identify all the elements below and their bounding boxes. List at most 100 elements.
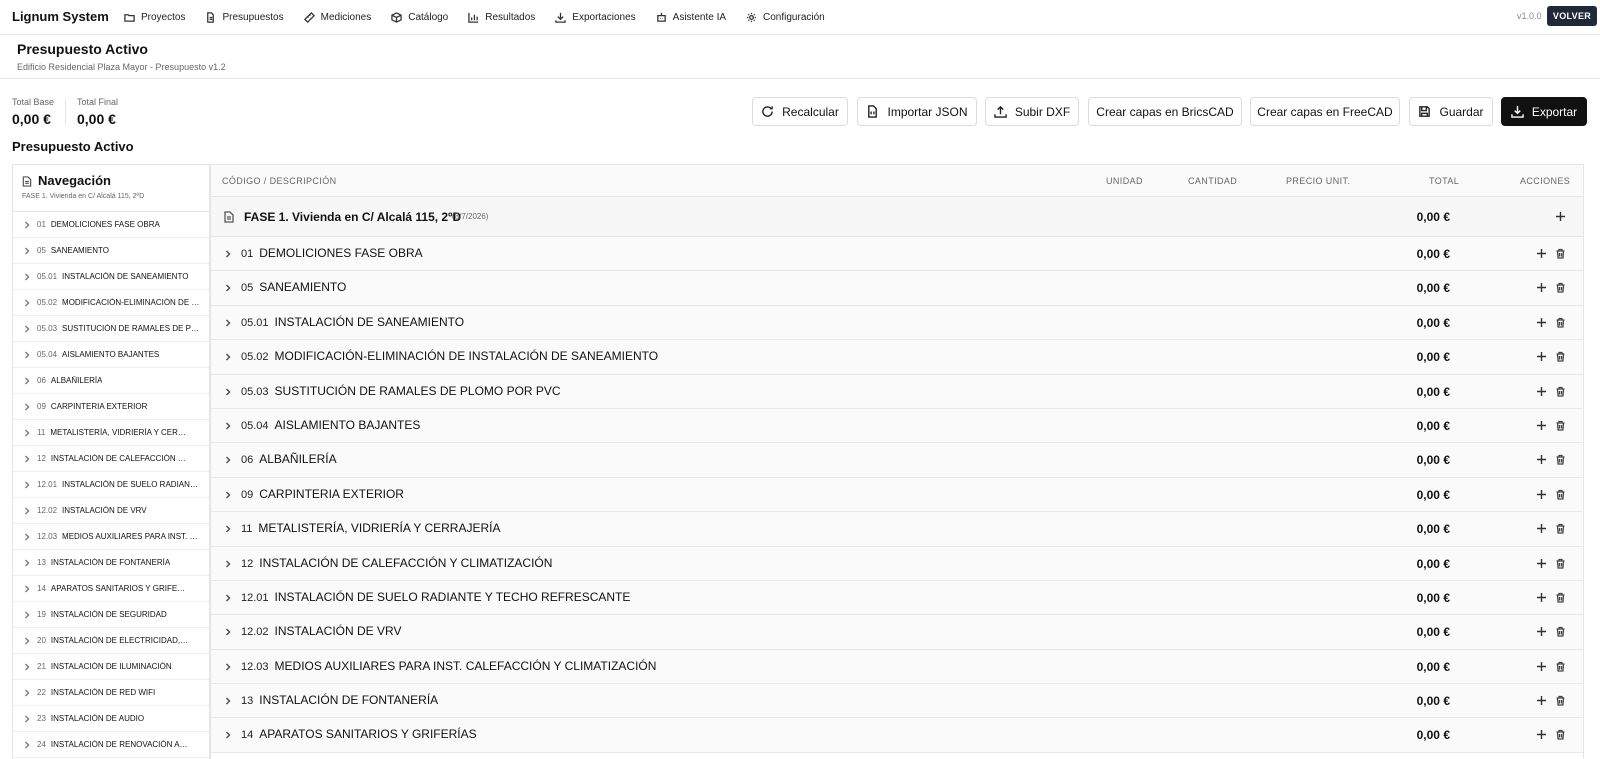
add-icon[interactable] (1536, 661, 1547, 672)
add-icon[interactable] (1536, 248, 1547, 259)
trash-icon[interactable] (1555, 386, 1566, 397)
nav-item-exportaciones[interactable]: Exportaciones (555, 12, 636, 23)
volver-button[interactable]: VOLVER (1547, 6, 1597, 26)
sidebar-item[interactable]: 01 DEMOLICIONES FASE OBRA (13, 212, 209, 238)
table-row[interactable]: 14 APARATOS SANITARIOS Y GRIFERÍAS 0,00 € (211, 718, 1583, 753)
table-row[interactable]: 01 DEMOLICIONES FASE OBRA 0,00 € (211, 237, 1583, 272)
subir-dxf-button[interactable]: Subir DXF (985, 97, 1079, 126)
chevron-right-icon[interactable] (224, 491, 232, 499)
trash-icon[interactable] (1555, 454, 1566, 465)
table-row[interactable]: 12.01 INSTALACIÓN DE SUELO RADIANTE Y TEC… (211, 580, 1583, 616)
table-row[interactable]: 11 METALISTERÍA, VIDRIERÍA Y CERRAJERÍA 0,… (211, 512, 1583, 547)
table-row[interactable]: 13 INSTALACIÓN DE FONTANERÍA 0,00 € (211, 684, 1583, 719)
chevron-right-icon[interactable] (224, 422, 232, 430)
sidebar-item[interactable]: 06 ALBAÑILERÍA (13, 368, 209, 394)
table-row[interactable]: 05.01 INSTALACIÓN DE SANEAMIENTO 0,00 € (211, 305, 1583, 341)
add-icon[interactable] (1536, 420, 1547, 431)
sidebar-item[interactable]: 14 APARATOS SANITARIOS Y GRIFERÍAS (13, 576, 209, 602)
chevron-right-icon[interactable] (224, 388, 232, 396)
add-icon[interactable] (1536, 386, 1547, 397)
recalcular-button[interactable]: Recalcular (752, 97, 848, 126)
add-icon[interactable] (1536, 351, 1547, 362)
table-row[interactable]: 05.03 SUSTITUCIÓN DE RAMALES DE PLOMO POR… (211, 374, 1583, 409)
table-row[interactable]: 12 INSTALACIÓN DE CALEFACCIÓN Y CLIMATIZA… (211, 546, 1583, 581)
chevron-right-icon[interactable] (224, 525, 232, 533)
trash-icon[interactable] (1555, 523, 1566, 534)
trash-icon[interactable] (1555, 248, 1566, 259)
sidebar-item[interactable]: 09 CARPINTERIA EXTERIOR (13, 394, 209, 420)
chevron-right-icon[interactable] (224, 628, 232, 636)
add-icon[interactable] (1536, 317, 1547, 328)
add-icon[interactable] (1536, 282, 1547, 293)
sidebar-item[interactable]: 22 INSTALACIÓN DE RED WIFI (13, 680, 209, 706)
nav-item-resultados[interactable]: Resultados (468, 12, 535, 23)
sidebar-item[interactable]: 24 INSTALACIÓN DE RENOVACIÓN AIRE (13, 732, 209, 758)
add-icon[interactable] (1536, 592, 1547, 603)
sidebar-item[interactable]: 20 INSTALACIÓN DE ELECTRICIDAD, DATOS Y T… (13, 628, 209, 654)
sidebar-item[interactable]: 21 INSTALACIÓN DE ILUMINACIÓN (13, 654, 209, 680)
chevron-right-icon[interactable] (224, 697, 232, 705)
chevron-right-icon[interactable] (224, 594, 232, 602)
add-icon[interactable] (1536, 489, 1547, 500)
nav-item-asistente-ia[interactable]: Asistente IA (656, 12, 726, 23)
phase-row[interactable]: FASE 1. Vivienda en C/ Alcalá 115, 2ºD (… (211, 197, 1583, 237)
chevron-right-icon[interactable] (224, 559, 232, 568)
add-icon[interactable] (1536, 523, 1547, 534)
trash-icon[interactable] (1555, 420, 1566, 431)
sidebar-item[interactable]: 05.04 AISLAMIENTO BAJANTES (13, 342, 209, 368)
sidebar-item[interactable]: 05.02 MODIFICACIÓN-ELIMINACIÓN DE INSTALA… (13, 290, 209, 316)
guardar-button[interactable]: Guardar (1409, 97, 1493, 126)
table-row[interactable]: 05.04 AISLAMIENTO BAJANTES 0,00 € (211, 408, 1583, 444)
add-icon[interactable] (1536, 729, 1547, 740)
freecad-button[interactable]: Crear capas en FreeCAD (1250, 97, 1400, 126)
sidebar-item[interactable]: 12.02 INSTALACIÓN DE VRV (13, 498, 209, 524)
app-brand[interactable]: Lignum System (12, 9, 109, 24)
table-row[interactable]: 05.02 MODIFICACIÓN-ELIMINACIÓN DE INSTALA… (211, 340, 1583, 375)
chevron-right-icon[interactable] (224, 663, 232, 671)
sidebar-item[interactable]: 05.03 SUSTITUCIÓN DE RAMALES DE PLOMO POR… (13, 316, 209, 342)
chevron-right-icon[interactable] (224, 284, 232, 292)
table-row[interactable]: 09 CARPINTERIA EXTERIOR 0,00 € (211, 477, 1583, 513)
trash-icon[interactable] (1555, 592, 1566, 603)
sidebar-item[interactable]: 13 INSTALACIÓN DE FONTANERÍA (13, 550, 209, 576)
sidebar-item[interactable]: 12 INSTALACIÓN DE CALEFACCIÓN Y CLIMATIZA… (13, 446, 209, 472)
trash-icon[interactable] (1555, 695, 1566, 706)
nav-item-proyectos[interactable]: Proyectos (124, 12, 185, 23)
sidebar-item[interactable]: 12.01 INSTALACIÓN DE SUELO RADIANTE Y TEC… (13, 472, 209, 498)
nav-item-presupuestos[interactable]: Presupuestos (205, 12, 284, 23)
trash-icon[interactable] (1555, 489, 1566, 500)
trash-icon[interactable] (1555, 729, 1566, 741)
sidebar-item[interactable]: 19 INSTALACIÓN DE SEGURIDAD (13, 602, 209, 628)
add-icon[interactable] (1536, 695, 1547, 706)
nav-item-configuracion[interactable]: Configuración (746, 12, 825, 23)
add-icon[interactable] (1536, 454, 1547, 465)
trash-icon[interactable] (1555, 317, 1566, 328)
add-icon[interactable] (1536, 626, 1547, 637)
add-icon[interactable] (1536, 558, 1547, 569)
nav-item-catalogo[interactable]: Catálogo (391, 12, 448, 23)
table-row[interactable]: 06 ALBAÑILERÍA 0,00 € (211, 443, 1583, 478)
chevron-right-icon[interactable] (224, 353, 232, 361)
add-icon[interactable] (1555, 211, 1566, 222)
trash-icon[interactable] (1555, 351, 1566, 362)
sidebar-item[interactable]: 11 METALISTERÍA, VIDRIERÍA Y CERRAJERÍA (13, 420, 209, 446)
sidebar-item[interactable]: 05.01 INSTALACIÓN DE SANEAMIENTO (13, 264, 209, 290)
trash-icon[interactable] (1555, 626, 1566, 637)
sidebar-item[interactable]: 12.03 MEDIOS AUXILIARES PARA INST. CALEFA… (13, 524, 209, 550)
chevron-right-icon[interactable] (224, 250, 232, 258)
chevron-right-icon[interactable] (224, 731, 232, 739)
exportar-button[interactable]: Exportar (1501, 97, 1587, 126)
sidebar-item[interactable]: 05 SANEAMIENTO (13, 238, 209, 264)
importar-json-button[interactable]: Importar JSON (857, 97, 977, 126)
trash-icon[interactable] (1555, 558, 1566, 569)
bricscad-button[interactable]: Crear capas en BricsCAD (1088, 97, 1242, 126)
trash-icon[interactable] (1555, 282, 1566, 294)
table-row[interactable]: 12.03 MEDIOS AUXILIARES PARA INST. CALEFA… (211, 649, 1583, 685)
table-row[interactable]: 12.02 INSTALACIÓN DE VRV 0,00 € (211, 615, 1583, 650)
sidebar-item[interactable]: 23 INSTALACIÓN DE AUDIO (13, 706, 209, 732)
trash-icon[interactable] (1555, 661, 1566, 672)
table-row[interactable]: 05 SANEAMIENTO 0,00 € (211, 271, 1583, 306)
chevron-right-icon[interactable] (224, 456, 232, 464)
chevron-right-icon[interactable] (224, 319, 232, 327)
nav-item-mediciones[interactable]: Mediciones (303, 12, 371, 23)
